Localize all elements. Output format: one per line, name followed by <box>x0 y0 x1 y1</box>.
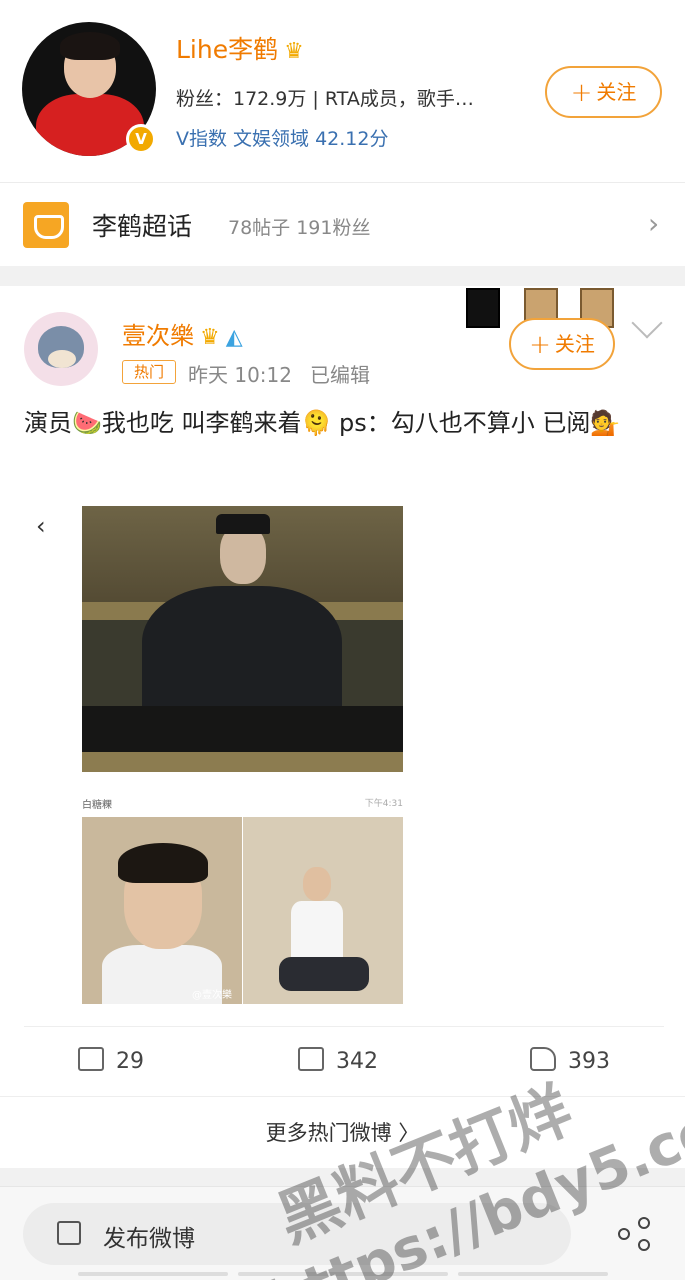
image2-header-time: 下午4:31 <box>364 799 403 809</box>
hot-tag: 热门 <box>122 360 176 384</box>
plus-icon: + <box>570 78 593 108</box>
post-text: 演员🍉我也吃 叫李鹤来着🫠 ps：勾八也不算小 已阅💁 <box>24 409 621 437</box>
image2-watermark: @壹次樂 <box>192 990 232 1001</box>
shark-badge-icon: ◭ <box>225 325 243 350</box>
repost-button[interactable]: 29 <box>78 1047 144 1074</box>
comment-button[interactable]: 342 <box>298 1047 378 1074</box>
section-divider <box>0 266 685 286</box>
post-author-avatar[interactable] <box>24 312 98 386</box>
supertopic-meta: 78帖子 191粉丝 <box>228 217 371 239</box>
chevron-right-icon: › <box>648 207 660 240</box>
profile-follow-button[interactable]: + 关注 <box>545 66 662 118</box>
home-indicator <box>78 1272 228 1276</box>
crown-icon: ♛ <box>200 325 220 350</box>
supertopic-title: 李鹤超话 <box>92 212 193 241</box>
image2-header-name: 白糖粿 <box>82 800 112 811</box>
crown-icon: ♛ <box>284 39 304 64</box>
chevron-down-icon[interactable] <box>631 307 663 339</box>
post-edited-label[interactable]: 已编辑 <box>310 359 370 388</box>
supertopic-row[interactable]: 李鹤超话 78帖子 191粉丝 › <box>0 182 685 266</box>
chevron-left-icon[interactable]: ‹ <box>36 512 46 540</box>
share-icon[interactable] <box>618 1217 654 1251</box>
comment-icon <box>298 1047 324 1071</box>
profile-header: V Lihe李鹤 ♛ 粉丝：172.9万 | RTA成员，歌手… V指数 文娱领域… <box>0 0 685 182</box>
post-time: 昨天 10:12 <box>188 363 292 387</box>
supertopic-diamond-icon <box>23 202 69 248</box>
post-follow-button[interactable]: + 关注 <box>509 318 615 370</box>
verified-icon: V <box>126 124 156 154</box>
compose-label: 发布微博 <box>103 1226 195 1252</box>
post-image-1[interactable] <box>82 506 403 772</box>
post-author-name[interactable]: 壹次樂 ♛ ◭ <box>122 316 243 351</box>
edit-icon <box>57 1221 81 1245</box>
post-image-2[interactable]: 白糖粿 下午4:31 @壹次樂 <box>82 790 403 1004</box>
profile-v-index[interactable]: V指数 文娱领域 42.12分 <box>176 124 388 151</box>
profile-name[interactable]: Lihe李鹤 ♛ <box>176 30 304 66</box>
repost-icon <box>78 1047 104 1071</box>
home-indicator <box>458 1272 608 1276</box>
profile-fans-line: 粉丝：172.9万 | RTA成员，歌手… <box>176 88 474 110</box>
post-action-bar: 29 342 393 <box>24 1026 664 1096</box>
plus-icon: + <box>529 330 551 360</box>
